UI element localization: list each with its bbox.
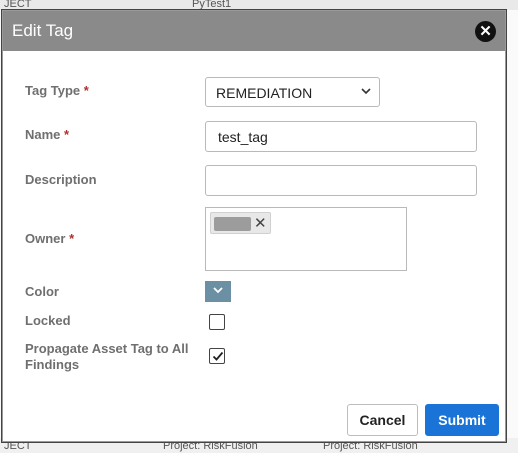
dialog-title: Edit Tag [12,21,74,40]
tag-type-label-text: Tag Type [25,83,81,98]
propagate-label: Propagate Asset Tag to All Findings [25,341,189,373]
owner-multiselect[interactable]: ✕ [205,207,407,271]
tag-type-label: Tag Type * [25,83,89,98]
chevron-down-icon [361,85,371,99]
name-label: Name * [25,127,69,142]
propagate-label-line1: Propagate Asset Tag to All [25,341,189,356]
background-cell: PyTest1 [192,0,232,10]
color-label-text: Color [25,284,59,299]
remove-owner-icon[interactable]: ✕ [254,214,267,232]
color-picker-button[interactable] [205,281,231,302]
owner-label-text: Owner [25,231,66,246]
owner-label: Owner * [25,231,74,246]
description-label: Description [25,172,97,187]
description-label-text: Description [25,172,97,187]
owner-chip: ✕ [210,212,271,234]
tag-type-value: REMEDIATION [216,85,313,101]
background-header-row [0,0,518,10]
edit-tag-dialog: Edit Tag ✕ Tag Type * REMEDIATION Name *… [2,10,506,442]
propagate-checkbox[interactable] [209,348,225,364]
submit-button[interactable]: Submit [425,404,499,436]
locked-label: Locked [25,313,71,328]
locked-checkbox[interactable] [209,314,225,330]
close-icon[interactable]: ✕ [475,21,496,42]
propagate-label-line2: Findings [25,357,80,372]
locked-label-text: Locked [25,313,71,328]
color-label: Color [25,284,59,299]
name-input[interactable]: test_tag [205,121,477,152]
chevron-down-icon [213,287,223,294]
name-value: test_tag [218,129,268,145]
description-input[interactable] [205,165,477,196]
required-marker: * [64,127,70,142]
required-marker: * [69,231,75,246]
cancel-button[interactable]: Cancel [347,404,418,436]
background-cell: JECT [4,0,32,10]
tag-type-select[interactable]: REMEDIATION [205,77,380,107]
name-label-text: Name [25,127,61,142]
checkmark-icon [212,347,224,365]
dialog-header: Edit Tag ✕ [3,11,505,51]
required-marker: * [83,83,89,98]
owner-chip-redacted-name [214,217,251,231]
